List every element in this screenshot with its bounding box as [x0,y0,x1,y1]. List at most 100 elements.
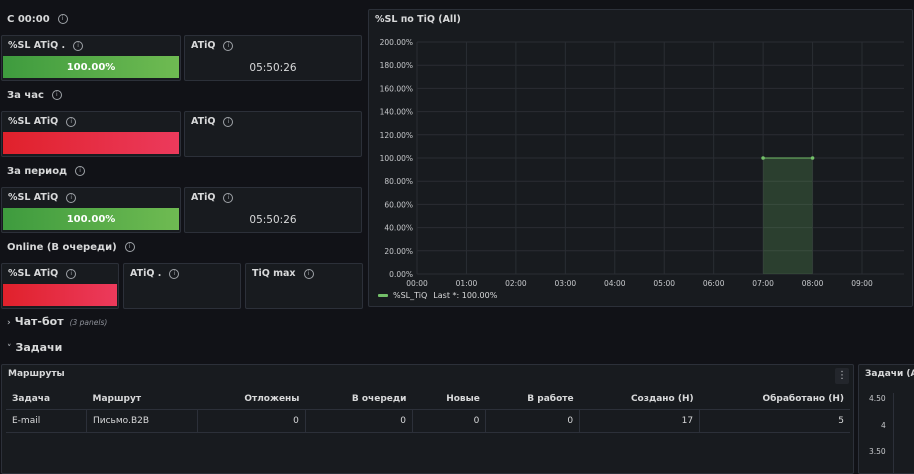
panel-title: ATiQ [191,40,216,51]
table-row: E-mail Письмо.B2B 0 0 0 0 17 5 [6,409,850,433]
panel-title: %SL ATiQ [8,116,59,127]
section-title-per-period: За период i [7,166,86,177]
y-tick-label: 40.00% [384,224,413,233]
chevron-right-icon: › [7,318,11,328]
table-cell: 0 [197,409,306,433]
sl-atiq-panel-4[interactable]: %SL ATiQ i [1,263,119,309]
x-tick-label: 07:00 [752,279,774,288]
row-panel-count: (3 panels) [69,318,108,327]
panel-title: ATiQ [191,192,216,203]
row-label: Чат-бот [14,315,64,328]
info-icon[interactable]: i [66,116,77,127]
atiq-value: 05:50:26 [249,214,297,226]
sl-value: 100.00% [66,61,116,73]
x-tick-label: 02:00 [505,279,527,288]
panel-title: %SL ATiQ [8,192,59,203]
sl-tiq-chart-panel[interactable]: %SL по TiQ (All) 0.00% 20.00% 40.00% 60.00%… [368,9,913,307]
y-tick-label: 160.00% [380,84,413,93]
y-tick-label: 100.00% [380,154,413,163]
section-title-since-midnight: С 00:00 i [7,14,68,25]
column-header[interactable]: Отложены [197,389,306,410]
sl-atiq-panel-1[interactable]: %SL ATiQ . i 100.00% [1,35,181,81]
x-tick-label: 09:00 [851,279,873,288]
sl-value-bar: 100.00% [3,208,179,230]
sl-value-bar [3,132,179,154]
x-tick-label: 01:00 [456,279,478,288]
column-header[interactable]: В работе [485,389,580,410]
x-tick-label: 08:00 [802,279,824,288]
info-icon[interactable]: i [169,268,180,279]
x-tick-label: 03:00 [555,279,577,288]
table-cell: 0 [412,409,487,433]
legend-swatch [378,294,388,297]
atiq-value: 05:50:26 [249,62,297,74]
y-tick-label: 4 [881,421,886,430]
panel-title: Задачи (All) [865,369,914,379]
chevron-down-icon: ˅ [7,344,12,354]
info-icon[interactable]: i [223,40,234,51]
atiq-panel-4[interactable]: ATiQ . i [123,263,241,309]
info-icon[interactable]: i [124,242,135,252]
routes-panel[interactable]: Маршруты ⋮ Задача Маршрут Отложены В очеред… [1,364,854,474]
table-cell: 5 [699,409,850,433]
column-header[interactable]: Задача [6,389,87,410]
y-tick-label: 60.00% [384,200,413,209]
column-header[interactable]: Создано (Н) [579,389,700,410]
y-axis-line [893,393,894,473]
panel-menu-icon[interactable]: ⋮ [835,368,849,384]
data-point [761,156,765,160]
x-tick-label: 04:00 [604,279,626,288]
section-label: С 00:00 [7,14,50,25]
tasks-chart-panel[interactable]: Задачи (All) 4.50 4 3.50 [858,364,914,474]
x-tick-label: 06:00 [703,279,725,288]
section-label: За час [7,90,44,101]
chart-legend[interactable]: %SL_TiQ Last *: 100.00% [378,291,497,300]
info-icon[interactable]: i [223,192,234,203]
info-icon[interactable]: i [66,268,77,279]
y-tick-label: 80.00% [384,177,413,186]
row-tasks[interactable]: ˅ Задачи [7,341,62,354]
info-icon[interactable]: i [51,90,62,100]
sl-atiq-panel-3[interactable]: %SL ATiQ i 100.00% [1,187,181,233]
panel-title: ATiQ [191,116,216,127]
section-label: За период [7,166,68,177]
y-tick-label: 4.50 [869,394,886,403]
atiq-panel-3[interactable]: ATiQ i 05:50:26 [184,187,362,233]
column-header[interactable]: Обработано (Н) [699,389,850,410]
atiq-panel-2[interactable]: ATiQ i [184,111,362,157]
y-tick-label: 180.00% [380,61,413,70]
info-icon[interactable]: i [73,40,84,51]
atiq-panel-1[interactable]: ATiQ i 05:50:26 [184,35,362,81]
info-icon[interactable]: i [223,116,234,127]
info-icon[interactable]: i [303,268,314,279]
x-tick-label: 00:00 [406,279,428,288]
sl-value: 100.00% [66,213,116,225]
info-icon[interactable]: i [57,14,68,24]
table-header-row: Задача Маршрут Отложены В очереди Новые В раб… [6,389,850,410]
table-cell: Письмо.B2B [86,409,199,433]
sl-tiq-chart: 0.00% 20.00% 40.00% 60.00% 80.00% 100.00% 120.… [380,38,904,288]
column-header[interactable]: В очереди [305,389,413,410]
row-chatbot[interactable]: › Чат-бот (3 panels) [7,315,107,328]
info-icon[interactable]: i [66,192,77,203]
y-tick-label: 200.00% [380,38,413,47]
panel-title: Маршруты [8,369,65,379]
info-icon[interactable]: i [75,166,86,176]
sl-atiq-panel-2[interactable]: %SL ATiQ i [1,111,181,157]
column-header[interactable]: Новые [412,389,486,410]
legend-stat: Last *: 100.00% [433,291,498,300]
section-title-online: Online (В очереди) i [7,242,135,253]
section-title-per-hour: За час i [7,90,62,101]
table-cell: E-mail [6,409,87,433]
column-header[interactable]: Маршрут [86,389,198,410]
y-tick-label: 0.00% [389,270,413,279]
table-cell: 17 [579,409,701,433]
table-cell: 0 [305,409,413,433]
y-tick-label: 120.00% [380,131,413,140]
data-point [810,156,815,160]
table-cell: 0 [485,409,581,433]
y-tick-label: 140.00% [380,108,413,117]
table-body: E-mail Письмо.B2B 0 0 0 0 17 5 [6,409,850,433]
panel-title: %SL ATiQ . [8,40,66,51]
tiq-max-panel[interactable]: TiQ max i [245,263,363,309]
